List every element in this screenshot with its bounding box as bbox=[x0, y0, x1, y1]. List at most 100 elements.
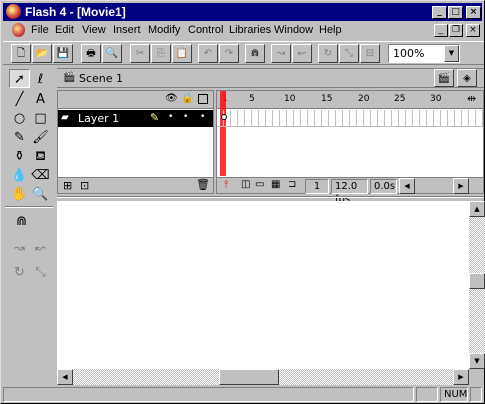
new-icon[interactable]: 🗋 bbox=[11, 44, 31, 63]
smooth-modifier-icon[interactable]: ↝ bbox=[9, 238, 30, 257]
delete-layer-icon[interactable]: 🗑 bbox=[196, 178, 210, 191]
scroll-left-button[interactable]: ◀ bbox=[57, 369, 73, 385]
edit-multiple-icon[interactable]: ▦ bbox=[271, 179, 280, 190]
paste-icon[interactable]: 📋 bbox=[172, 44, 192, 63]
snap-modifier-icon[interactable]: ⋒ bbox=[11, 211, 32, 230]
document-icon[interactable] bbox=[12, 23, 25, 37]
menu-view[interactable]: View bbox=[82, 24, 106, 36]
flash-app-icon[interactable] bbox=[6, 4, 21, 19]
vertical-scrollbar[interactable]: ▲ ▼ bbox=[469, 201, 485, 369]
magnifier-tool-icon[interactable]: 🔍 bbox=[30, 184, 51, 203]
rotate-icon[interactable]: ↻ bbox=[318, 44, 338, 63]
scale-icon[interactable]: ⤡ bbox=[339, 44, 359, 63]
status-num: NUM bbox=[440, 387, 468, 402]
align-icon[interactable]: ⊟ bbox=[360, 44, 380, 63]
frame-row[interactable] bbox=[217, 110, 483, 127]
timeline-scroll-left[interactable]: ◀ bbox=[399, 178, 415, 194]
menu-insert[interactable]: Insert bbox=[113, 24, 141, 36]
snap-magnet-icon[interactable]: ⋒ bbox=[245, 44, 265, 63]
zoom-select[interactable]: 100% ▼ bbox=[388, 44, 460, 63]
layer-row[interactable]: ▰ Layer 1 ✎ • • • bbox=[58, 110, 213, 127]
rectangle-tool-icon[interactable]: □ bbox=[30, 108, 51, 127]
layer-icon: ▰ bbox=[61, 112, 69, 123]
center-frame-icon[interactable]: ⫯ bbox=[224, 179, 228, 190]
edit-symbols-icon[interactable]: ◈ bbox=[457, 69, 477, 87]
save-icon[interactable]: 💾 bbox=[53, 44, 73, 63]
add-layer-icon[interactable]: ⊞ bbox=[63, 179, 72, 192]
hand-tool-icon[interactable]: ✋ bbox=[9, 184, 30, 203]
undo-icon[interactable]: ↶ bbox=[198, 44, 218, 63]
timeline-scroll-right[interactable]: ▶ bbox=[453, 178, 469, 194]
frame-view-menu-icon[interactable]: ⇹ bbox=[467, 92, 476, 105]
straighten-modifier-icon[interactable]: ↜ bbox=[30, 238, 51, 257]
print-icon[interactable]: 🖶 bbox=[81, 44, 101, 63]
open-icon[interactable]: 📂 bbox=[32, 44, 52, 63]
redo-icon[interactable]: ↷ bbox=[219, 44, 239, 63]
ruler-label-10: 10 bbox=[284, 94, 296, 104]
ruler-label-30: 30 bbox=[430, 94, 442, 104]
horizontal-scroll-thumb[interactable] bbox=[219, 369, 279, 385]
outline-dot-icon[interactable]: • bbox=[200, 112, 205, 122]
oval-tool-icon[interactable]: ○ bbox=[9, 108, 30, 127]
ruler-label-15: 15 bbox=[321, 94, 333, 104]
menu-libraries[interactable]: Libraries bbox=[229, 24, 271, 36]
onion-skin-icon[interactable]: ◫ bbox=[241, 179, 250, 190]
outline-icon[interactable] bbox=[198, 94, 208, 104]
pencil-tool-icon[interactable]: ✎ bbox=[9, 127, 30, 146]
visible-dot-icon[interactable]: • bbox=[168, 112, 173, 122]
straighten-icon[interactable]: ↜ bbox=[292, 44, 312, 63]
scene-bar: 🎬 Scene 1 🎬 ◈ bbox=[57, 68, 484, 88]
line-tool-icon[interactable]: ╱ bbox=[9, 89, 30, 108]
dropper-tool-icon[interactable]: 💧 bbox=[9, 165, 30, 184]
lock-icon[interactable]: 🔒 bbox=[181, 93, 193, 104]
vertical-scroll-thumb[interactable] bbox=[469, 273, 485, 289]
brush-tool-icon[interactable]: 🖌 bbox=[30, 127, 51, 146]
window-title: Flash 4 - [Movie1] bbox=[25, 5, 126, 19]
doc-close-button[interactable]: × bbox=[466, 24, 480, 37]
menu-control[interactable]: Control bbox=[188, 24, 223, 36]
size-grip[interactable] bbox=[470, 387, 482, 402]
arrow-tool-icon[interactable]: ➚ bbox=[9, 69, 30, 88]
onion-markers-icon[interactable]: ⊐ bbox=[288, 179, 296, 190]
copy-icon[interactable]: ⎘ bbox=[151, 44, 171, 63]
add-guide-icon[interactable]: ⊡ bbox=[80, 179, 89, 192]
menu-help[interactable]: Help bbox=[319, 24, 342, 36]
eye-icon[interactable]: 👁 bbox=[165, 93, 178, 104]
scale-modifier-icon[interactable]: ⤡ bbox=[30, 262, 51, 281]
timeline-panel: 1 5 10 15 20 25 30 ⇹ ⫯ ◫ ▭ ▦ ⊐ 1 12.0 fp… bbox=[216, 90, 484, 205]
main-toolbar: 🗋 📂 💾 🖶 🔍 ✂ ⎘ 📋 ↶ ↷ ⋒ ↝ ↜ ↻ ⤡ ⊟ 100% ▼ bbox=[3, 41, 484, 65]
horizontal-scrollbar[interactable]: ◀ ▶ bbox=[57, 369, 469, 385]
ink-bottle-tool-icon[interactable]: ⚱ bbox=[9, 146, 30, 165]
chevron-down-icon[interactable]: ▼ bbox=[444, 45, 459, 62]
rotate-modifier-icon[interactable]: ↻ bbox=[9, 262, 30, 281]
menu-edit[interactable]: Edit bbox=[55, 24, 74, 36]
scroll-down-button[interactable]: ▼ bbox=[469, 353, 485, 369]
smooth-icon[interactable]: ↝ bbox=[271, 44, 291, 63]
menu-file[interactable]: File bbox=[31, 24, 49, 36]
menu-modify[interactable]: Modify bbox=[148, 24, 180, 36]
lasso-tool-icon[interactable]: ℓ bbox=[30, 69, 51, 88]
empty-keyframe[interactable] bbox=[221, 114, 227, 120]
paint-bucket-tool-icon[interactable]: ⛾ bbox=[30, 146, 51, 165]
frame-ruler[interactable]: 1 5 10 15 20 25 30 ⇹ bbox=[217, 91, 483, 109]
scroll-right-button[interactable]: ▶ bbox=[453, 369, 469, 385]
close-button[interactable]: × bbox=[466, 6, 481, 19]
minimize-button[interactable]: _ bbox=[432, 6, 447, 19]
pencil-icon: ✎ bbox=[150, 111, 160, 124]
playhead[interactable] bbox=[220, 91, 226, 176]
doc-restore-button[interactable]: ❐ bbox=[449, 24, 463, 37]
stage-area[interactable] bbox=[57, 201, 469, 369]
menu-window[interactable]: Window bbox=[274, 24, 313, 36]
scroll-up-button[interactable]: ▲ bbox=[469, 201, 485, 217]
edit-scene-icon[interactable]: 🎬 bbox=[434, 69, 454, 87]
maximize-button[interactable]: □ bbox=[448, 6, 463, 19]
doc-minimize-button[interactable]: _ bbox=[434, 24, 448, 37]
cut-icon[interactable]: ✂ bbox=[130, 44, 150, 63]
layers-panel: 👁 🔒 ▰ Layer 1 ✎ • • • ⊞ ⊡ 🗑 bbox=[57, 90, 214, 194]
lock-dot-icon[interactable]: • bbox=[183, 112, 188, 122]
timeline-stage-divider[interactable] bbox=[57, 196, 484, 198]
onion-outlines-icon[interactable]: ▭ bbox=[255, 179, 264, 190]
text-tool-icon[interactable]: A bbox=[30, 89, 51, 108]
eraser-tool-icon[interactable]: ⌫ bbox=[30, 165, 51, 184]
print-preview-icon[interactable]: 🔍 bbox=[102, 44, 122, 63]
